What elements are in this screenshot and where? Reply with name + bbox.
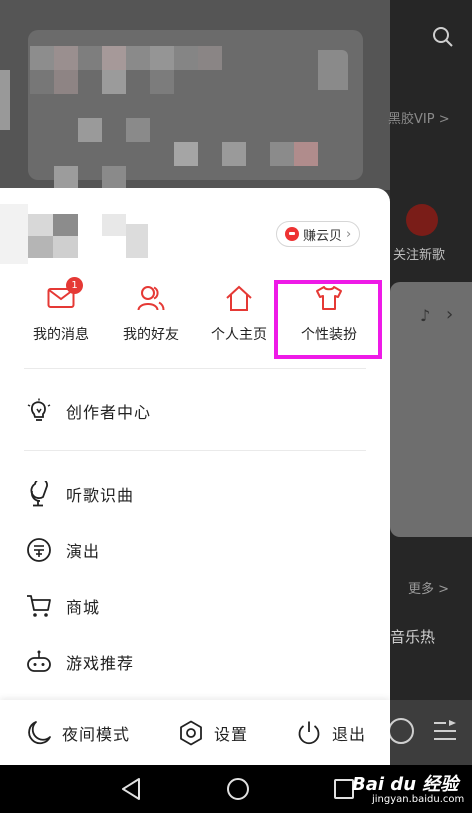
menu-item-label: 游戏推荐 bbox=[66, 654, 135, 673]
divider bbox=[24, 450, 366, 451]
mosaic-block bbox=[28, 236, 53, 258]
mosaic-block bbox=[198, 46, 222, 70]
home-nav-icon[interactable] bbox=[224, 775, 252, 803]
mosaic-block bbox=[126, 46, 150, 70]
song-recognition-item[interactable]: 听歌识曲 bbox=[0, 471, 390, 517]
mosaic-block bbox=[78, 46, 102, 70]
earn-coins-button[interactable]: 赚云贝 › bbox=[276, 221, 361, 247]
my-messages-button[interactable]: 1 我的消息 bbox=[16, 276, 106, 366]
menu-item-label: 商城 bbox=[66, 598, 101, 617]
settings-icon bbox=[180, 720, 202, 745]
coin-icon bbox=[285, 227, 299, 241]
mosaic-block bbox=[174, 46, 198, 70]
night-mode-button[interactable]: 夜间模式 bbox=[26, 700, 130, 765]
mosaic-block bbox=[222, 142, 246, 166]
mosaic-block bbox=[54, 46, 78, 70]
mosaic-block bbox=[0, 70, 10, 130]
drawer-bottom-bar: 夜间模式 设置 退出 bbox=[0, 700, 390, 765]
mosaic-block bbox=[150, 70, 174, 94]
logout-label: 退出 bbox=[332, 724, 367, 744]
settings-label: 设置 bbox=[214, 724, 249, 744]
mall-item[interactable]: 商城 bbox=[0, 583, 390, 629]
mosaic-block bbox=[102, 214, 126, 236]
album-avatar bbox=[406, 204, 438, 236]
play-icon[interactable] bbox=[388, 718, 414, 744]
mosaic-block bbox=[30, 46, 54, 70]
mosaic-block bbox=[102, 166, 126, 190]
menu-item-label: 演出 bbox=[66, 542, 101, 561]
search-icon[interactable] bbox=[432, 26, 454, 48]
friends-icon bbox=[137, 286, 165, 311]
quick-action-label: 我的消息 bbox=[33, 327, 89, 343]
background-card bbox=[390, 282, 472, 537]
playlist-icon[interactable] bbox=[432, 720, 458, 742]
microphone-icon bbox=[30, 481, 48, 507]
performance-item[interactable]: 演出 bbox=[0, 527, 390, 573]
watermark-main: Bai du 经验 bbox=[352, 774, 459, 795]
music-hot-label: 音乐热 bbox=[390, 628, 436, 646]
night-mode-label: 夜间模式 bbox=[62, 724, 131, 744]
logout-button[interactable]: 退出 bbox=[296, 700, 366, 765]
creator-center-item[interactable]: 创作者中心 bbox=[0, 388, 390, 434]
lightbulb-icon bbox=[27, 398, 51, 421]
power-icon bbox=[298, 721, 320, 744]
earn-coins-label: 赚云贝 bbox=[303, 228, 343, 244]
mosaic-block bbox=[174, 142, 198, 166]
menu-item-label: 听歌识曲 bbox=[66, 486, 135, 505]
moon-icon bbox=[28, 720, 51, 744]
mosaic-block bbox=[30, 70, 54, 94]
mosaic-block bbox=[150, 46, 174, 70]
divider bbox=[24, 368, 366, 369]
quick-action-label: 个人主页 bbox=[211, 327, 267, 343]
personal-homepage-button[interactable]: 个人主页 bbox=[194, 276, 284, 366]
unread-badge: 1 bbox=[66, 277, 83, 294]
chevron-right-icon: › bbox=[446, 304, 454, 325]
game-recommend-item[interactable]: 游戏推荐 bbox=[0, 639, 390, 685]
mosaic-block bbox=[28, 214, 53, 236]
cart-icon bbox=[27, 595, 51, 617]
chevron-right-icon: › bbox=[346, 226, 352, 242]
mosaic-block bbox=[294, 142, 318, 166]
mosaic-block bbox=[270, 142, 294, 166]
more-label: 更多 > bbox=[408, 582, 450, 597]
ticket-icon bbox=[27, 538, 51, 562]
mosaic-block bbox=[54, 70, 78, 94]
mosaic-block bbox=[78, 118, 102, 142]
creator-center-label: 创作者中心 bbox=[66, 403, 152, 422]
home-icon bbox=[226, 285, 252, 311]
settings-button[interactable]: 设置 bbox=[178, 700, 248, 765]
baidu-watermark: Bai du 经验 jingyan.baidu.com bbox=[352, 770, 470, 810]
follow-new-songs-label: 关注新歌 bbox=[393, 248, 446, 263]
highlight-annotation bbox=[274, 280, 382, 359]
mosaic-block bbox=[53, 214, 78, 236]
avatar[interactable] bbox=[0, 204, 148, 274]
mosaic-block bbox=[126, 224, 148, 258]
mosaic-block bbox=[318, 50, 348, 90]
vip-label: 黑胶VIP > bbox=[388, 112, 450, 127]
music-note-icon: ♪ bbox=[420, 306, 431, 325]
quick-action-label: 我的好友 bbox=[123, 327, 179, 343]
mosaic-block bbox=[0, 204, 28, 264]
mosaic-block bbox=[53, 236, 78, 258]
gamepad-icon bbox=[27, 650, 51, 672]
mosaic-block bbox=[54, 166, 78, 190]
back-icon[interactable] bbox=[118, 775, 146, 803]
mosaic-block bbox=[126, 118, 150, 142]
my-friends-button[interactable]: 我的好友 bbox=[106, 276, 196, 366]
side-drawer: 赚云贝 › 1 我的消息 我的好友 个人主页 个性装扮 创作者中心 听歌识曲 演… bbox=[0, 188, 390, 765]
mosaic-block bbox=[102, 70, 126, 94]
watermark-sub: jingyan.baidu.com bbox=[372, 794, 465, 805]
mosaic-block bbox=[102, 46, 126, 70]
